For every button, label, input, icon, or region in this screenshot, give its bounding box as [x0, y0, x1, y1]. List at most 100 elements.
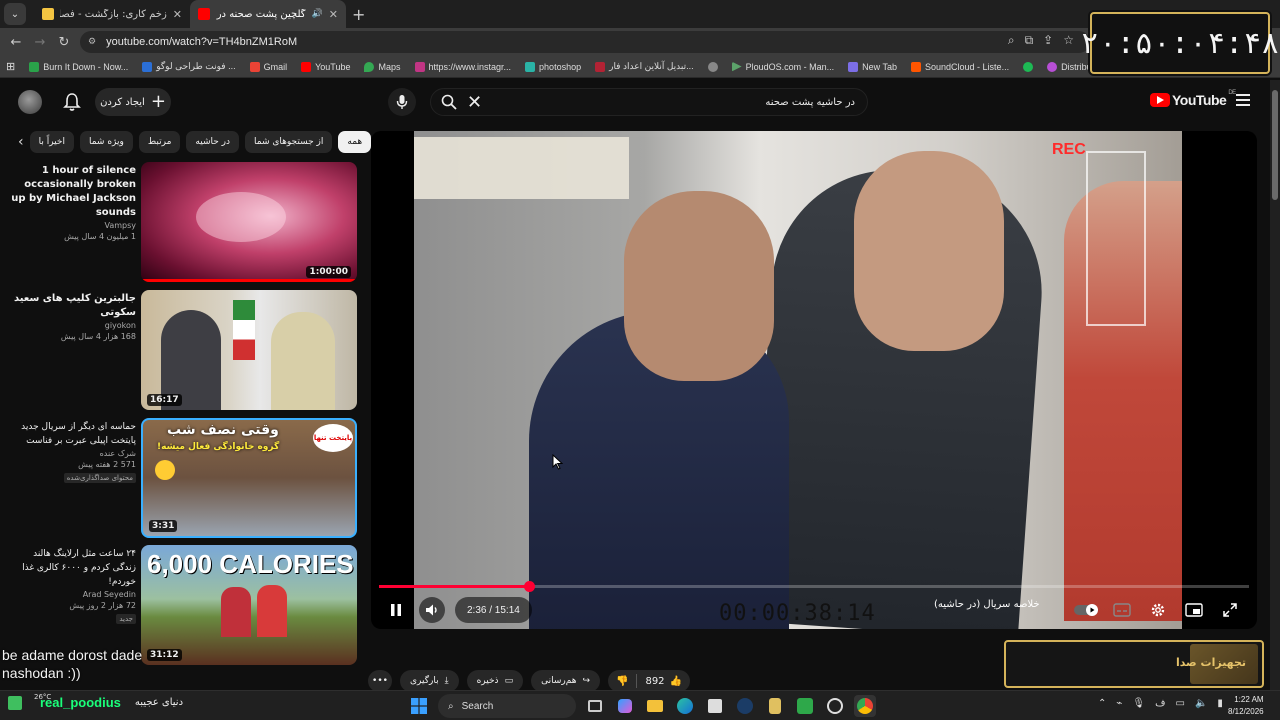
rec-channel[interactable]: Arad Seyedin — [8, 590, 136, 599]
menu-hamburger-icon[interactable] — [1236, 94, 1250, 106]
bookmark-item[interactable]: PloudOS.com - Man... — [731, 61, 834, 72]
bookmark-item[interactable]: Gmail — [249, 61, 287, 72]
display-icon[interactable]: ▭ — [1176, 698, 1185, 709]
recommendation-item[interactable]: حماسه ای دیگر از سریال جدید پایتخت اپیلی… — [8, 418, 360, 542]
download-button[interactable]: ⤓ بارگیری — [400, 670, 459, 692]
bookmark-item[interactable]: New Tab — [848, 61, 897, 72]
app-icon[interactable] — [824, 695, 846, 717]
rec-thumbnail[interactable]: 6,000 CALORIES 31:12 — [141, 545, 357, 665]
rec-title[interactable]: حماسه ای دیگر از سریال جدید پایتخت اپیلی… — [8, 420, 136, 448]
chrome-icon[interactable] — [854, 695, 876, 717]
file-explorer-icon[interactable] — [644, 695, 666, 717]
share-button[interactable]: ↪ هم‌رسانی — [531, 670, 600, 692]
chip[interactable]: ویژه شما — [79, 131, 133, 153]
chip[interactable]: اخیراً با — [29, 131, 74, 153]
fullscreen-button[interactable] — [1217, 597, 1243, 623]
url-field[interactable]: ⚙ youtube.com/watch?v=TH4bnZM1RoM — [80, 31, 1090, 53]
volume-button[interactable] — [419, 597, 445, 623]
task-view-icon[interactable] — [584, 695, 606, 717]
rec-channel[interactable]: Vampsy — [8, 221, 136, 230]
clear-search-icon[interactable]: ✕ — [467, 92, 487, 113]
avatar[interactable] — [18, 90, 42, 114]
cast-icon[interactable]: ⧉ — [1025, 33, 1034, 48]
pause-button[interactable] — [383, 597, 409, 623]
search-icon[interactable] — [431, 94, 467, 110]
bookmark-item[interactable]: Maps — [364, 61, 401, 72]
speaker-icon[interactable]: 🔈 — [1195, 698, 1207, 709]
app-icon[interactable] — [794, 695, 816, 717]
taskbar-search[interactable]: ⌕ Search — [438, 694, 576, 718]
chip-active[interactable]: همه — [338, 131, 372, 153]
chip[interactable]: مرتبط — [138, 131, 181, 153]
rec-title[interactable]: ۲۴ ساعت مثل ارلاینگ هالند زندگی کردم و ۶… — [8, 547, 136, 589]
create-button[interactable]: ایجاد کردن + — [95, 88, 171, 116]
bookmark-item[interactable]: YouTube — [301, 61, 350, 72]
new-tab-button[interactable]: + — [352, 5, 365, 24]
tab-search-button[interactable]: ⌄ — [4, 3, 26, 25]
bookmark-item[interactable] — [1023, 61, 1034, 72]
copilot-icon[interactable] — [614, 695, 636, 717]
battery-icon[interactable]: ▮ — [1217, 698, 1223, 709]
bookmark-item[interactable]: https://www.instagr... — [414, 61, 511, 72]
bookmark-item[interactable]: فونت طراحی لوگو ... — [142, 61, 236, 72]
like-button[interactable]: 892 👍 — [637, 676, 690, 687]
tab-close-icon[interactable]: ✕ — [173, 8, 182, 21]
scrubber-handle[interactable] — [523, 581, 535, 592]
site-info-icon[interactable]: ⚙ — [88, 37, 96, 47]
bookmark-item[interactable] — [707, 61, 718, 72]
bookmark-star-icon[interactable]: ☆ — [1063, 33, 1074, 48]
app-icon[interactable] — [764, 695, 786, 717]
search-box[interactable]: ✕ در حاشیه پشت صحنه — [430, 88, 868, 116]
youtube-logo[interactable]: YouTube DE — [1150, 90, 1236, 108]
network-icon[interactable]: ⌁ — [1116, 698, 1122, 709]
page-scrollbar[interactable] — [1270, 80, 1280, 690]
taskbar-clock[interactable]: 1:22 AM 8/12/2026 — [1228, 694, 1264, 718]
more-actions-button[interactable]: ••• — [368, 670, 392, 692]
scrollbar-thumb[interactable] — [1272, 90, 1278, 200]
edge-icon[interactable] — [674, 695, 696, 717]
store-icon[interactable] — [704, 695, 726, 717]
chevron-left-icon[interactable]: ‹ — [18, 134, 24, 150]
video-frame[interactable]: REC 00:00:38:14 خلاصه سریال (در حاشیه) — [414, 131, 1182, 629]
bookmark-item[interactable]: photoshop — [525, 61, 581, 72]
apps-grid-icon[interactable]: ⊞ — [6, 60, 15, 73]
subtitles-button[interactable] — [1109, 597, 1135, 623]
tray-chevron-icon[interactable]: ⌃ — [1098, 698, 1106, 709]
audio-playing-icon[interactable]: 🔊 — [312, 9, 323, 19]
rec-title[interactable]: جالبترین کلیپ های سعید سکوتی — [8, 292, 136, 320]
weather-widget[interactable]: 26°C real_poodius دنیای عجیبه — [8, 693, 183, 710]
miniplayer-button[interactable] — [1181, 597, 1207, 623]
windows-start-icon[interactable] — [408, 695, 430, 717]
settings-button[interactable] — [1145, 597, 1171, 623]
rec-thumbnail[interactable]: 16:17 — [141, 290, 357, 410]
rec-thumbnail[interactable]: 1:00:00 — [141, 162, 357, 282]
forward-icon[interactable]: → — [28, 35, 52, 50]
autoplay-toggle[interactable] — [1073, 597, 1099, 623]
back-icon[interactable]: ← — [4, 35, 28, 50]
rec-title[interactable]: 1 hour of silence occasionally broken up… — [8, 164, 136, 220]
share-icon[interactable]: ⇪ — [1043, 33, 1053, 48]
reload-icon[interactable]: ↻ — [52, 35, 76, 50]
bookmark-item[interactable]: Burn It Down - Now... — [29, 61, 128, 72]
rec-thumbnail[interactable]: وقتی نصف شب گروه خانوادگی فعال میشه! پای… — [141, 418, 357, 538]
zoom-icon[interactable]: ⌕ — [1008, 33, 1015, 48]
browser-tab-active[interactable]: گلچین پشت صحنه در حاشیه 🔊 ✕ — [190, 0, 346, 28]
mic-tray-icon[interactable]: 🎙 — [1132, 698, 1145, 709]
language-icon[interactable]: ف — [1155, 698, 1165, 709]
rec-channel[interactable]: شرک عنده — [8, 449, 136, 458]
steam-icon[interactable] — [734, 695, 756, 717]
chip[interactable]: در حاشیه — [186, 131, 240, 153]
recommendation-item[interactable]: جالبترین کلیپ های سعید سکوتی giyokon 168… — [8, 290, 360, 414]
recommendation-item[interactable]: 1 hour of silence occasionally broken up… — [8, 162, 360, 286]
voice-search-button[interactable] — [388, 88, 416, 116]
tab-close-icon[interactable]: ✕ — [329, 8, 338, 21]
rec-channel[interactable]: giyokon — [8, 321, 136, 330]
progress-bar[interactable] — [379, 581, 1249, 592]
notifications-bell-icon[interactable] — [63, 92, 81, 112]
browser-tab[interactable]: زخم کاری: بازگشت - فصل 2 قسم... ✕ — [34, 0, 190, 28]
bookmark-item[interactable]: SoundCloud - Liste... — [911, 61, 1009, 72]
save-button[interactable]: ▭ ذخیره — [466, 670, 524, 692]
chip[interactable]: از جستجوهای شما — [245, 131, 333, 153]
bookmark-item[interactable]: تبدیل آنلاین اعداد فار... — [595, 61, 694, 72]
search-input[interactable]: در حاشیه پشت صحنه — [487, 97, 867, 108]
